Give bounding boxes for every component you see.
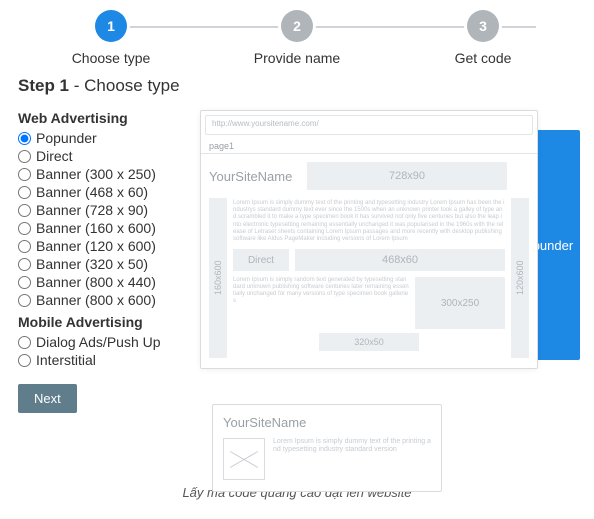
step-heading: Step 1 - Choose type bbox=[18, 76, 576, 96]
option-interstitial[interactable]: Interstitial bbox=[18, 352, 196, 368]
site-name: YourSiteName bbox=[209, 169, 299, 184]
radio-120x600[interactable] bbox=[18, 240, 31, 253]
address-bar: http://www.yoursitename.com/ bbox=[205, 115, 533, 135]
page-tab: page1 bbox=[201, 139, 537, 154]
radio-320x50[interactable] bbox=[18, 258, 31, 271]
filler-text-2: Lorem Ipsum is simply random text genera… bbox=[233, 277, 409, 305]
preview-direct: Direct bbox=[233, 249, 289, 271]
option-banner-320x50[interactable]: Banner (320 x 50) bbox=[18, 256, 196, 272]
preview-banner-468x60: 468x60 bbox=[295, 249, 505, 271]
browser-mock: http://www.yoursitename.com/ page1 YourS… bbox=[200, 110, 538, 369]
radio-728x90[interactable] bbox=[18, 204, 31, 217]
step-3[interactable]: 3 Get code bbox=[390, 10, 576, 66]
radio-popunder[interactable] bbox=[18, 132, 31, 145]
step-1-circle: 1 bbox=[95, 10, 127, 42]
option-direct-label: Direct bbox=[36, 148, 73, 164]
step-2[interactable]: 2 Provide name bbox=[204, 10, 390, 66]
step-1-label: Choose type bbox=[18, 50, 204, 66]
preview-area: Popunder http://www.yoursitename.com/ pa… bbox=[200, 110, 580, 410]
step-heading-bold: Step 1 bbox=[18, 76, 69, 95]
option-interstitial-label: Interstitial bbox=[36, 352, 96, 368]
option-120x600-label: Banner (120 x 600) bbox=[36, 238, 156, 254]
radio-468x60[interactable] bbox=[18, 186, 31, 199]
preview-banner-160x600: 160x600 bbox=[209, 198, 227, 358]
step-3-circle: 3 bbox=[467, 10, 499, 42]
preview-banner-120x600: 120x600 bbox=[511, 198, 529, 358]
option-direct[interactable]: Direct bbox=[18, 148, 196, 164]
option-banner-800x600[interactable]: Banner (800 x 600) bbox=[18, 292, 196, 308]
radio-800x600[interactable] bbox=[18, 294, 31, 307]
option-banner-800x440[interactable]: Banner (800 x 440) bbox=[18, 274, 196, 290]
filler-text-1: Lorem Ipsum is simply dummy text of the … bbox=[233, 200, 505, 243]
option-banner-120x600[interactable]: Banner (120 x 600) bbox=[18, 238, 196, 254]
radio-800x440[interactable] bbox=[18, 276, 31, 289]
preview-banner-728x90: 728x90 bbox=[307, 162, 507, 190]
option-160x600-label: Banner (160 x 600) bbox=[36, 220, 156, 236]
option-468x60-label: Banner (468 x 60) bbox=[36, 184, 148, 200]
option-300x250-label: Banner (300 x 250) bbox=[36, 166, 156, 182]
option-800x600-label: Banner (800 x 600) bbox=[36, 292, 156, 308]
mobile-site-name: YourSiteName bbox=[223, 415, 431, 430]
step-2-label: Provide name bbox=[204, 50, 390, 66]
options-panel: Web Advertising Popunder Direct Banner (… bbox=[18, 110, 196, 413]
preview-banner-300x250: 300x250 bbox=[415, 277, 505, 329]
option-dialog-ads-label: Dialog Ads/Push Up bbox=[36, 334, 161, 350]
next-button[interactable]: Next bbox=[18, 384, 77, 413]
option-banner-468x60[interactable]: Banner (468 x 60) bbox=[18, 184, 196, 200]
option-popunder[interactable]: Popunder bbox=[18, 130, 196, 146]
option-banner-728x90[interactable]: Banner (728 x 90) bbox=[18, 202, 196, 218]
stepper: 1 Choose type 2 Provide name 3 Get code bbox=[18, 10, 576, 70]
option-popunder-label: Popunder bbox=[36, 130, 97, 146]
step-heading-rest: - Choose type bbox=[69, 76, 180, 95]
option-800x440-label: Banner (800 x 440) bbox=[36, 274, 156, 290]
step-3-label: Get code bbox=[390, 50, 576, 66]
option-banner-300x250[interactable]: Banner (300 x 250) bbox=[18, 166, 196, 182]
radio-direct[interactable] bbox=[18, 150, 31, 163]
radio-300x250[interactable] bbox=[18, 168, 31, 181]
group-mobile-title: Mobile Advertising bbox=[18, 314, 196, 330]
option-dialog-ads[interactable]: Dialog Ads/Push Up bbox=[18, 334, 196, 350]
step-1[interactable]: 1 Choose type bbox=[18, 10, 204, 66]
step-2-circle: 2 bbox=[281, 10, 313, 42]
image-placeholder-icon bbox=[223, 438, 265, 480]
option-728x90-label: Banner (728 x 90) bbox=[36, 202, 148, 218]
mobile-mock: YourSiteName Lorem Ipsum is simply dummy… bbox=[212, 404, 442, 492]
preview-banner-320x50: 320x50 bbox=[319, 333, 419, 351]
group-web-title: Web Advertising bbox=[18, 110, 196, 126]
radio-interstitial[interactable] bbox=[18, 354, 31, 367]
radio-dialog-ads[interactable] bbox=[18, 336, 31, 349]
option-320x50-label: Banner (320 x 50) bbox=[36, 256, 148, 272]
option-banner-160x600[interactable]: Banner (160 x 600) bbox=[18, 220, 196, 236]
mobile-filler-text: Lorem Ipsum is simply dummy text of the … bbox=[273, 438, 431, 480]
radio-160x600[interactable] bbox=[18, 222, 31, 235]
